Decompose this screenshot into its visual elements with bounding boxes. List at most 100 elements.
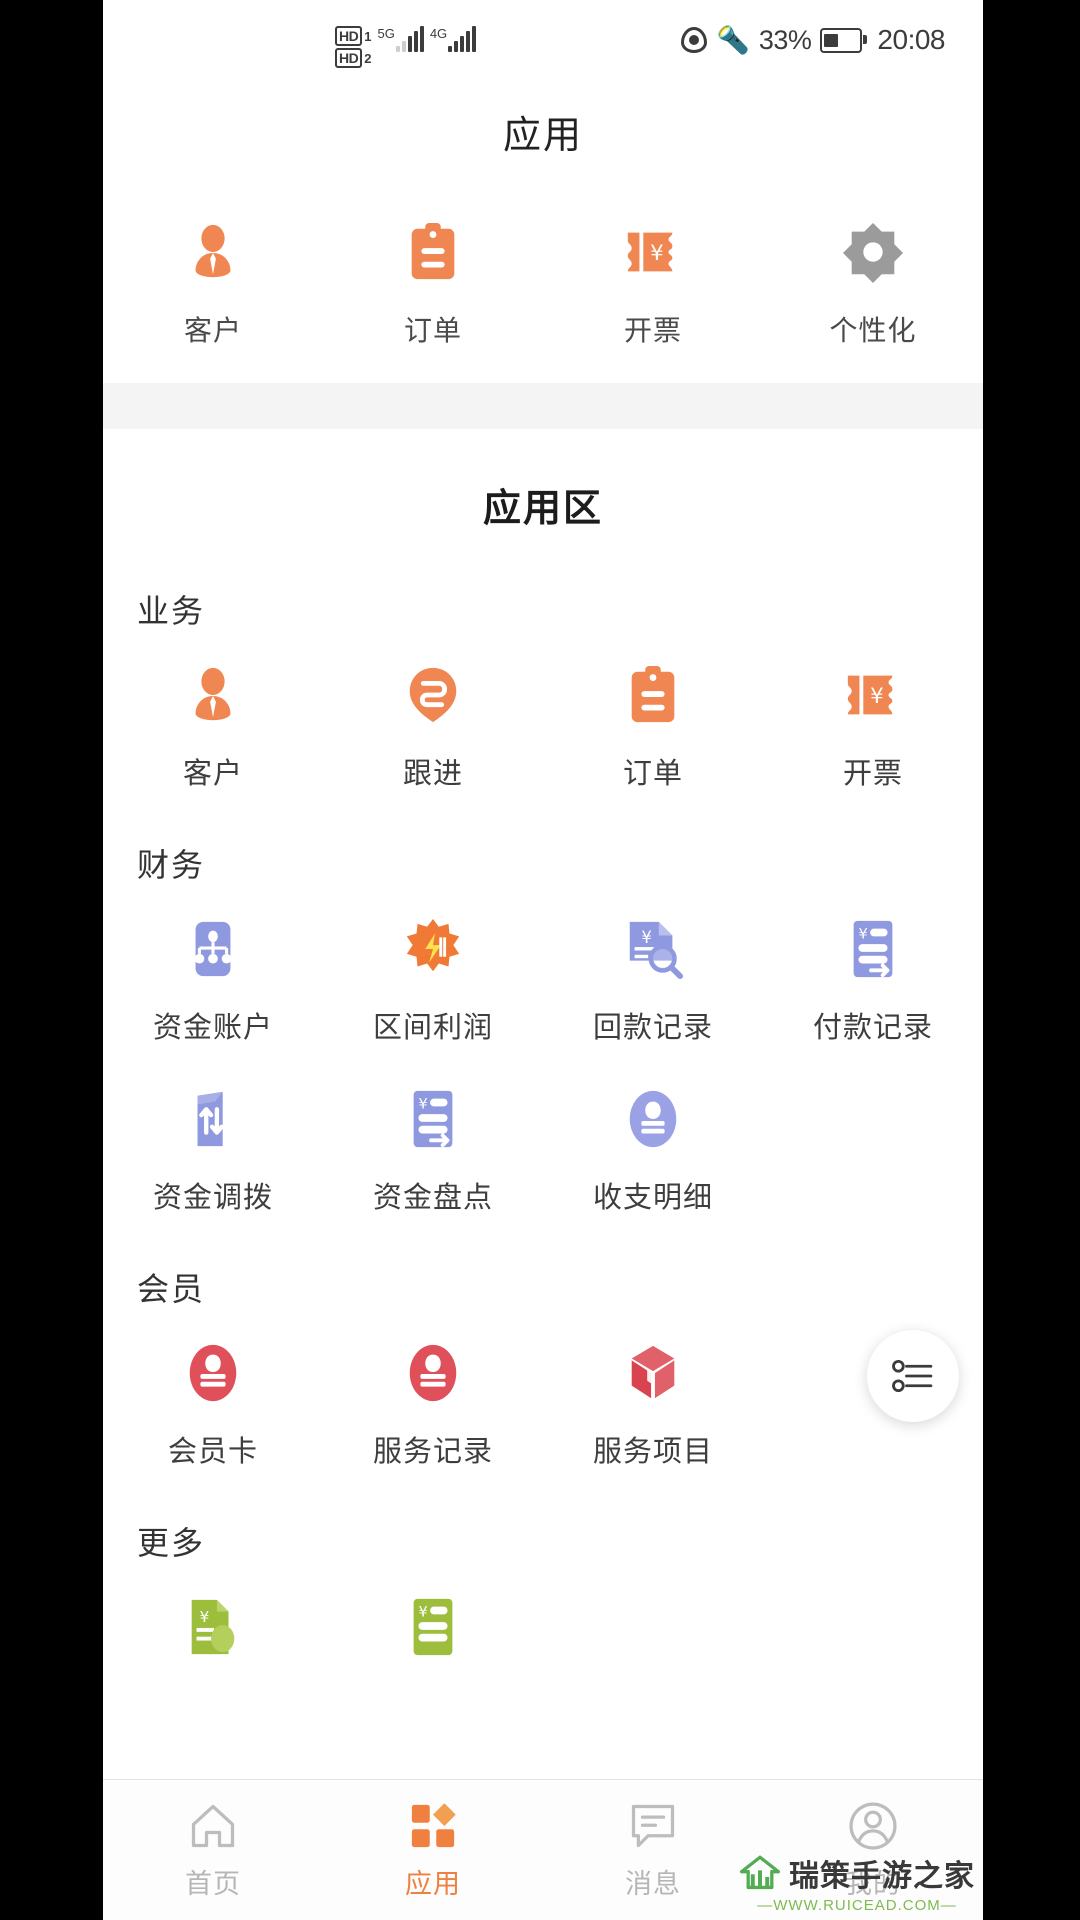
app-more-green-invoice[interactable]: ¥ [103, 1596, 323, 1682]
quick-app-personalize[interactable]: 个性化 [763, 221, 983, 349]
svg-text:¥: ¥ [418, 1096, 427, 1112]
group-title: 更多 [137, 1525, 206, 1561]
svg-text:¥: ¥ [650, 241, 664, 266]
app-label: 资金盘点 [372, 1182, 493, 1214]
tab-home[interactable]: 首页 [103, 1780, 323, 1920]
quick-app-customer[interactable]: 客户 [103, 221, 323, 349]
quick-app-label: 个性化 [829, 315, 917, 346]
svg-text:¥: ¥ [418, 1604, 427, 1620]
app-label: 跟进 [402, 758, 463, 790]
phone-screen: HD 1 HD 2 5G 4G 🔦 33% 20:08 应用 客户 订单 ¥ 开… [103, 0, 983, 1920]
group-member: 会员 会员卡 服务记录 服务项目 [103, 1220, 983, 1474]
app-order[interactable]: 订单 [543, 664, 763, 792]
app-label: 服务记录 [372, 1436, 493, 1468]
watermark-logo-icon [739, 1852, 781, 1894]
group-finance: 财务 资金账户 区间利润 ¥ 回款记录 ¥ 付款记录 资金调拨 ¥ 资金盘点 收… [103, 796, 983, 1220]
gear-icon [842, 221, 904, 283]
sim1-number: 1 [364, 28, 372, 44]
order-clipboard-icon [402, 221, 464, 283]
customer-icon [182, 664, 244, 726]
battery-percent: 33% [758, 24, 812, 55]
status-bar-clock: 20:08 [877, 24, 945, 55]
network-type-4g: 4G [429, 26, 448, 41]
eye-comfort-icon [681, 27, 708, 53]
sim2-number: 2 [364, 50, 372, 66]
profile-icon [847, 1800, 899, 1852]
app-label: 服务项目 [592, 1436, 713, 1468]
invoice-ticket-icon: ¥ [842, 664, 904, 726]
app-receipt-record[interactable]: ¥ 回款记录 [543, 918, 763, 1046]
status-bar-right: 🔦 33% 20:08 [681, 24, 945, 56]
group-more: 更多 ¥ ¥ [103, 1474, 983, 1686]
zone-title: 应用区 [482, 488, 603, 530]
tab-messages[interactable]: 消息 [543, 1780, 763, 1920]
app-label: 会员卡 [167, 1436, 258, 1468]
app-more-green-payment[interactable]: ¥ [323, 1596, 543, 1682]
app-label: 付款记录 [812, 1012, 933, 1044]
hd-icon-sim1: HD [335, 26, 363, 46]
green-invoice-icon: ¥ [182, 1596, 244, 1658]
signal-bars-sim2 [448, 26, 477, 52]
app-label: 订单 [622, 758, 683, 790]
signal-4g-group: 4G [429, 26, 477, 52]
svg-text:¥: ¥ [858, 926, 867, 942]
group-finance-grid: 资金账户 区间利润 ¥ 回款记录 ¥ 付款记录 资金调拨 ¥ 资金盘点 收支明细 [103, 892, 983, 1216]
tab-label: 应用 [405, 1868, 461, 1899]
group-title: 业务 [137, 593, 206, 629]
signal-bars-sim1 [395, 26, 424, 52]
network-type-5g: 5G [377, 26, 395, 41]
app-label: 回款记录 [592, 1012, 713, 1044]
app-service-record[interactable]: 服务记录 [323, 1342, 543, 1470]
list-settings-fab[interactable] [867, 1330, 959, 1422]
message-icon [627, 1800, 679, 1852]
app-income-expense[interactable]: 收支明细 [543, 1088, 763, 1216]
order-clipboard-icon [622, 664, 684, 726]
list-settings-icon [887, 1350, 939, 1402]
group-title: 会员 [137, 1271, 206, 1307]
app-interval-profit[interactable]: 区间利润 [323, 918, 543, 1046]
app-empty-slot [763, 1088, 983, 1216]
battery-icon [820, 27, 868, 53]
app-label: 开票 [842, 758, 903, 790]
apps-grid-icon [407, 1800, 459, 1852]
app-invoice[interactable]: ¥ 开票 [763, 664, 983, 792]
app-fund-transfer[interactable]: 资金调拨 [103, 1088, 323, 1216]
app-label: 资金账户 [152, 1012, 273, 1044]
app-follow-up[interactable]: 跟进 [323, 664, 543, 792]
svg-text:¥: ¥ [199, 1608, 209, 1626]
watermark: 瑞策手游之家 —WWW.RUICEAD.COM— [739, 1851, 975, 1914]
app-fund-account[interactable]: 资金账户 [103, 918, 323, 1046]
app-label: 收支明细 [592, 1182, 713, 1214]
receipt-record-search-icon: ¥ [622, 918, 684, 980]
home-icon [187, 1800, 239, 1852]
app-fund-check[interactable]: ¥ 资金盘点 [323, 1088, 543, 1216]
member-card-icon [182, 1342, 244, 1404]
customer-icon [182, 221, 244, 283]
tab-label: 首页 [185, 1868, 241, 1899]
app-empty-slot [763, 1596, 983, 1682]
svg-text:¥: ¥ [870, 684, 884, 709]
app-customer[interactable]: 客户 [103, 664, 323, 792]
page-title: 应用 [502, 115, 583, 157]
interval-profit-icon [402, 918, 464, 980]
invoice-ticket-icon: ¥ [622, 221, 684, 283]
tab-apps[interactable]: 应用 [323, 1780, 543, 1920]
app-label: 客户 [182, 758, 243, 790]
app-member-card[interactable]: 会员卡 [103, 1342, 323, 1470]
app-service-item[interactable]: 服务项目 [543, 1342, 763, 1470]
app-label: 区间利润 [372, 1012, 493, 1044]
group-business-grid: 客户 跟进 订单 ¥ 开票 [103, 638, 983, 792]
fund-account-icon [182, 918, 244, 980]
quick-app-invoice[interactable]: ¥ 开票 [543, 221, 763, 349]
quick-app-order[interactable]: 订单 [323, 221, 543, 349]
group-member-grid: 会员卡 服务记录 服务项目 [103, 1316, 983, 1470]
group-more-grid: ¥ ¥ [103, 1570, 983, 1682]
watermark-url: —WWW.RUICEAD.COM— [757, 1897, 957, 1914]
group-business: 业务 客户 跟进 订单 ¥ 开票 [103, 542, 983, 796]
service-record-icon [402, 1342, 464, 1404]
payment-record-icon: ¥ [842, 918, 904, 980]
app-empty-slot [543, 1596, 763, 1682]
app-label: 资金调拨 [152, 1182, 273, 1214]
income-expense-icon [622, 1088, 684, 1150]
app-payment-record[interactable]: ¥ 付款记录 [763, 918, 983, 1046]
